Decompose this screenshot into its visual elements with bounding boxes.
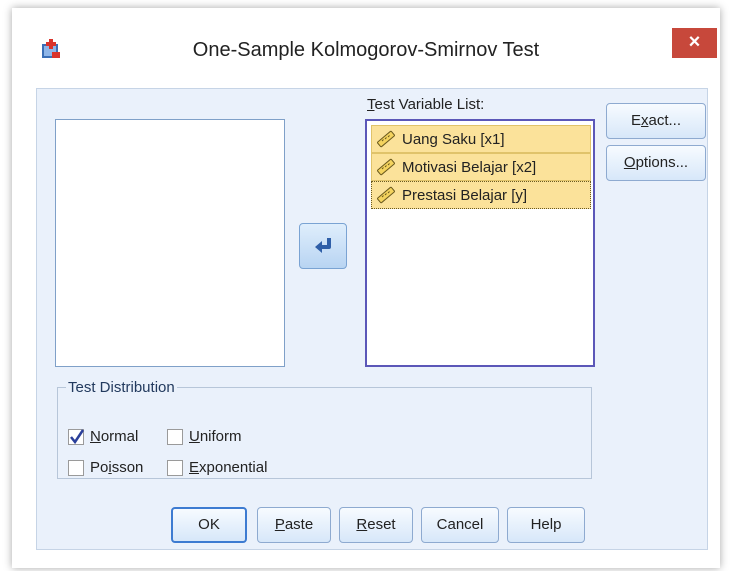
checkbox-unchecked[interactable]	[167, 459, 183, 476]
test-distribution-legend: Test Distribution	[68, 379, 175, 396]
poisson-label: Poisson	[90, 459, 144, 476]
exponential-label: Exponential	[189, 459, 268, 476]
test-distribution-group: Test Distribution Normal Uniform Poisson	[57, 379, 592, 479]
title-bar[interactable]: One-Sample Kolmogorov-Smirnov Test ×	[12, 8, 720, 88]
test-variable-list-label: Test Variable List:	[367, 96, 485, 113]
close-button[interactable]: ×	[672, 28, 717, 58]
uniform-checkbox[interactable]: Uniform	[167, 428, 242, 445]
ruler-scale-icon	[377, 158, 395, 176]
uniform-label: Uniform	[189, 428, 242, 445]
ok-button[interactable]: OK	[171, 507, 247, 543]
checkbox-unchecked[interactable]	[167, 428, 183, 445]
checkmark-icon	[70, 428, 85, 444]
options-button[interactable]: Options...	[606, 145, 706, 181]
cancel-button[interactable]: Cancel	[421, 507, 499, 543]
ruler-scale-icon	[377, 130, 395, 148]
normal-checkbox[interactable]: Normal	[68, 428, 138, 445]
dialog-body: Test Variable List: Uang Saku [x1] Motiv…	[36, 88, 708, 550]
exponential-checkbox[interactable]: Exponential	[167, 459, 267, 476]
move-variable-button[interactable]	[299, 223, 347, 269]
ruler-scale-icon	[377, 186, 395, 204]
exact-button[interactable]: Exact...	[606, 103, 706, 139]
list-item-label: Motivasi Belajar [x2]	[402, 158, 537, 176]
normal-label: Normal	[90, 428, 139, 445]
arrow-left-icon	[315, 238, 331, 253]
list-item[interactable]: Uang Saku [x1]	[371, 125, 591, 153]
poisson-checkbox[interactable]: Poisson	[68, 459, 143, 476]
dialog-title: One-Sample Kolmogorov-Smirnov Test	[192, 39, 540, 61]
reset-button[interactable]: Reset	[339, 507, 413, 543]
list-item[interactable]: Motivasi Belajar [x2]	[371, 153, 591, 181]
test-variable-list[interactable]: Uang Saku [x1] Motivasi Belajar [x2] Pre…	[365, 119, 595, 367]
list-item[interactable]: Prestasi Belajar [y]	[371, 181, 591, 209]
checkbox-checked[interactable]	[68, 428, 85, 445]
dialog-window: One-Sample Kolmogorov-Smirnov Test × Tes…	[12, 8, 720, 568]
paste-button[interactable]: Paste	[257, 507, 331, 543]
help-button[interactable]: Help	[507, 507, 585, 543]
list-item-label: Prestasi Belajar [y]	[402, 186, 528, 204]
list-item-label: Uang Saku [x1]	[402, 130, 505, 148]
source-variable-list[interactable]	[55, 119, 285, 367]
checkbox-unchecked[interactable]	[68, 459, 84, 476]
